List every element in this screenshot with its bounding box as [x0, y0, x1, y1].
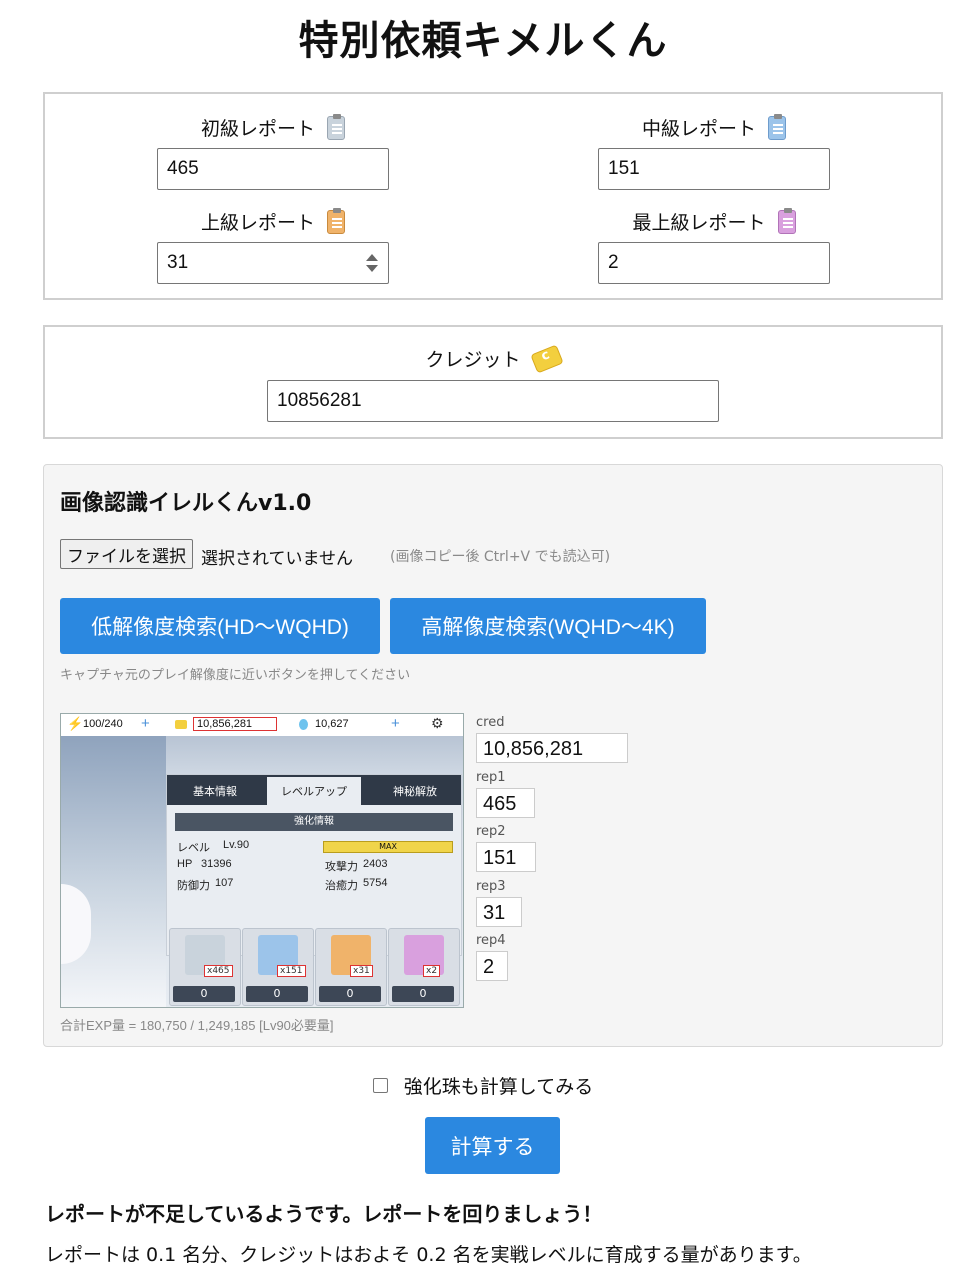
capture-preview: ⚡ 100/240 + 10,856,281 10,627 + ⚙ 基本情報 レ… — [60, 713, 464, 1008]
preview-topbar: ⚡ 100/240 + 10,856,281 10,627 + ⚙ — [61, 714, 463, 737]
exp-summary: 合計EXP量 = 180,750 / 1,249,185 [Lv90必要量] — [60, 1018, 334, 1033]
ocr-rep2-value: 151 — [476, 842, 536, 872]
item-count: x465 — [204, 965, 233, 977]
item-count: x151 — [277, 965, 306, 977]
preview-item-top: x2 0 — [388, 928, 460, 1006]
orb-option: 強化珠も計算してみる — [0, 1072, 966, 1099]
beginner-report-label: 初級レポート — [157, 113, 389, 141]
credit-ticket-icon — [175, 720, 187, 729]
ocr-rep4-value: 2 — [476, 951, 508, 981]
plus-icon: + — [141, 715, 150, 732]
ocr-rep1-value: 465 — [476, 788, 535, 818]
top-report-input[interactable]: 2 — [598, 242, 830, 284]
level-max-bar: MAX — [323, 841, 453, 853]
tab-level-up: レベルアップ — [267, 777, 361, 807]
preview-item-intermediate: x151 0 — [242, 928, 314, 1006]
credit-card-icon — [529, 343, 564, 374]
def-value: 107 — [215, 877, 234, 889]
intermediate-report-label: 中級レポート — [598, 113, 830, 141]
preview-gems: 10,627 — [315, 718, 349, 730]
preview-item-advanced: x31 0 — [315, 928, 387, 1006]
tab-basic-info: 基本情報 — [193, 785, 237, 798]
top-report-label: 最上級レポート — [598, 207, 830, 235]
advanced-report-icon — [327, 207, 345, 234]
ocr-rep3-label: rep3 — [476, 879, 506, 894]
level-label: レベル — [177, 842, 210, 854]
advanced-report-label: 上級レポート — [157, 207, 389, 235]
level-value: Lv.90 — [223, 839, 250, 851]
page-title: 特別依頼キメルくん — [298, 18, 668, 64]
item-count: x2 — [423, 965, 441, 977]
heal-value: 5754 — [363, 877, 388, 889]
beginner-report-input[interactable]: 465 — [157, 148, 389, 190]
gear-icon: ⚙ — [431, 715, 444, 731]
ocr-rep4-label: rep4 — [476, 933, 506, 948]
ocr-rep3-value: 31 — [476, 897, 522, 927]
intermediate-report-input[interactable]: 151 — [598, 148, 830, 190]
atk-label: 攻撃力 — [325, 861, 358, 873]
beginner-report-icon — [327, 113, 345, 140]
calculate-button[interactable]: 計算する — [425, 1117, 560, 1174]
hp-label: HP — [177, 858, 193, 870]
result-message: レポートが不足しているようです。レポートを回りましょう！ — [45, 1202, 603, 1226]
preview-stamina: 100/240 — [83, 718, 123, 730]
gem-icon — [299, 719, 308, 730]
credit-panel: クレジット 10856281 — [43, 325, 943, 439]
credit-input[interactable]: 10856281 — [267, 380, 719, 422]
credit-label: クレジット — [267, 343, 719, 374]
orb-checkbox[interactable] — [372, 1078, 388, 1093]
ocr-rep1-label: rep1 — [476, 770, 506, 785]
atk-value: 2403 — [363, 858, 388, 870]
enhance-info-header: 強化情報 — [175, 813, 453, 831]
advanced-report-input[interactable]: 31 — [157, 242, 389, 284]
resolution-note: キャプチャ元のプレイ解像度に近いボタンを押してください — [60, 668, 411, 683]
top-report-icon — [777, 207, 796, 234]
item-zero: 0 — [173, 986, 235, 1002]
file-select-button[interactable]: ファイルを選択 — [60, 539, 193, 569]
low-res-search-button[interactable]: 低解像度検索(HD〜WQHD) — [60, 598, 380, 654]
item-count: x31 — [350, 965, 373, 977]
tab-mystic-release: 神秘解放 — [393, 785, 437, 798]
stamina-icon: ⚡ — [67, 716, 84, 731]
plus-icon: + — [391, 715, 400, 732]
item-zero: 0 — [392, 986, 454, 1002]
ocr-rep2-label: rep2 — [476, 824, 506, 839]
item-zero: 0 — [246, 986, 308, 1002]
orb-checkbox-label[interactable]: 強化珠も計算してみる — [404, 1072, 593, 1099]
heal-label: 治癒力 — [325, 880, 358, 892]
intermediate-report-icon — [768, 113, 786, 140]
preview-item-beginner: x465 0 — [169, 928, 241, 1006]
character-art — [61, 736, 166, 1007]
def-label: 防御力 — [177, 880, 210, 892]
building-art — [166, 736, 463, 776]
ocr-cred-label: cred — [476, 715, 505, 730]
high-res-search-button[interactable]: 高解像度検索(WQHD〜4K) — [390, 598, 706, 654]
preview-tabs: 基本情報 レベルアップ 神秘解放 — [167, 775, 461, 807]
reports-panel: 初級レポート 465 中級レポート 151 上級レポート 31 最上級レポート … — [43, 92, 943, 300]
result-detail: レポートは 0.1 名分、クレジットはおよそ 0.2 名を実戦レベルに育成する量… — [45, 1244, 812, 1266]
hp-value: 31396 — [201, 858, 232, 870]
number-spinner-icon[interactable] — [366, 252, 378, 274]
image-recognition-panel: 画像認識イレルくんv1.0 ファイルを選択 選択されていません (画像コピー後 … — [43, 464, 943, 1047]
file-status: 選択されていません — [201, 549, 353, 569]
paste-hint: (画像コピー後 Ctrl+V でも読込可) — [390, 549, 611, 565]
item-zero: 0 — [319, 986, 381, 1002]
ocr-cred-value: 10,856,281 — [476, 733, 628, 763]
recognizer-title: 画像認識イレルくんv1.0 — [60, 491, 312, 516]
preview-credits: 10,856,281 — [193, 717, 277, 731]
